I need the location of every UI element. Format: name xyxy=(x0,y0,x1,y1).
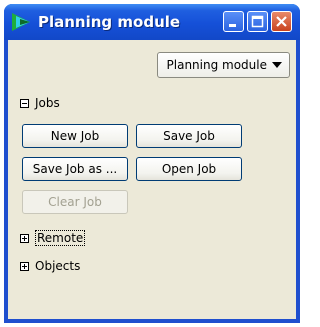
save-job-button[interactable]: Save Job xyxy=(136,124,242,148)
window-title: Planning module xyxy=(38,13,181,31)
client-area: Planning module Jobs New Job Save Job Sa… xyxy=(8,40,296,319)
clear-job-button: Clear Job xyxy=(22,190,128,214)
expand-icon[interactable] xyxy=(20,234,29,243)
planning-window: Planning module Planning module Jobs New… xyxy=(4,4,300,323)
section-jobs-label: Jobs xyxy=(35,96,60,110)
expand-icon[interactable] xyxy=(20,262,29,271)
minimize-button[interactable] xyxy=(223,11,244,32)
dropdown-arrow-icon xyxy=(272,62,282,68)
open-job-button[interactable]: Open Job xyxy=(136,157,242,181)
app-icon xyxy=(12,13,30,31)
minimize-icon xyxy=(229,24,236,27)
title-bar[interactable]: Planning module xyxy=(4,4,300,40)
new-job-button[interactable]: New Job xyxy=(22,124,128,148)
module-selector[interactable]: Planning module xyxy=(156,52,290,78)
collapse-icon[interactable] xyxy=(20,99,29,108)
maximize-button[interactable] xyxy=(247,11,268,32)
section-jobs[interactable]: Jobs xyxy=(20,96,60,110)
section-objects-label: Objects xyxy=(35,259,81,273)
save-job-as-button[interactable]: Save Job as ... xyxy=(22,157,128,181)
close-button[interactable] xyxy=(271,11,292,32)
maximize-icon xyxy=(251,15,264,28)
section-objects[interactable]: Objects xyxy=(20,259,80,273)
section-remote-label: Remote xyxy=(35,230,86,246)
close-icon xyxy=(276,16,287,27)
module-selector-value: Planning module xyxy=(166,58,267,72)
section-remote[interactable]: Remote xyxy=(20,230,86,246)
